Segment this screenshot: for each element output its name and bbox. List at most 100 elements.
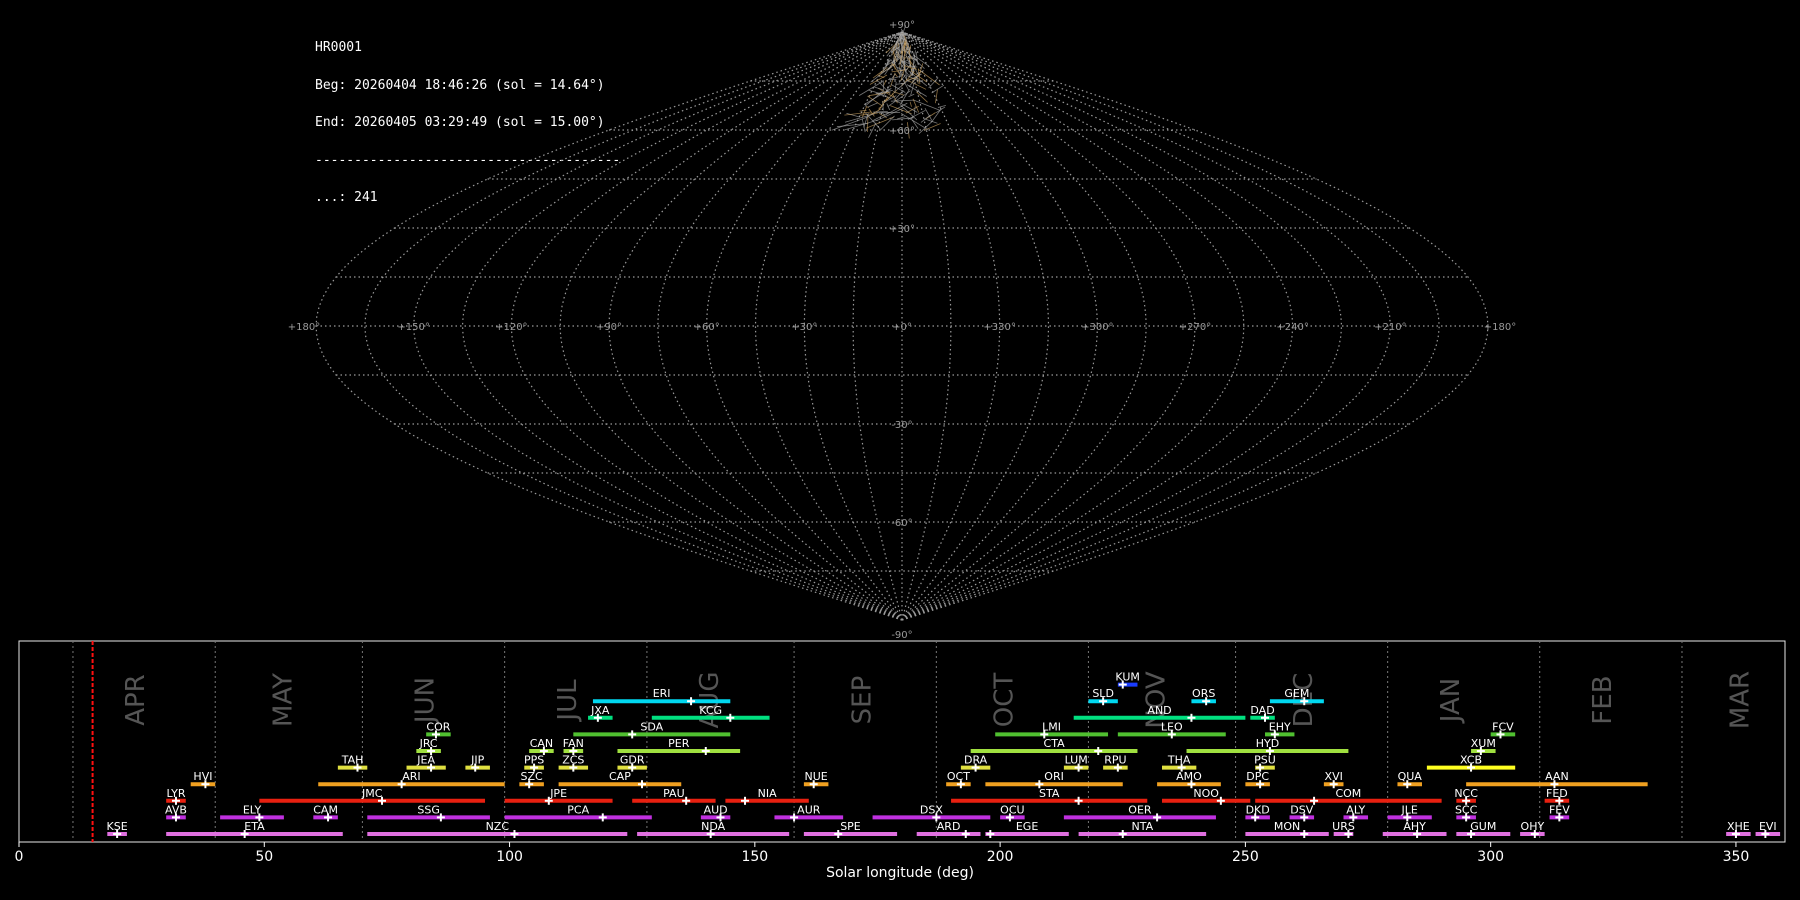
shower-code-label: MON <box>1274 820 1300 833</box>
shower-code-label: ELY <box>243 803 262 816</box>
shower-code-label: HVI <box>193 770 212 783</box>
shower-code-label: DRA <box>964 754 988 767</box>
shower-rpu: RPU <box>1103 754 1128 772</box>
shower-code-label: ARD <box>937 820 961 833</box>
meteor-trail <box>894 73 898 78</box>
x-tick-label: 350 <box>1723 849 1750 865</box>
shower-gem: GEM <box>1269 687 1324 706</box>
longitude-label: +300° <box>1081 322 1113 333</box>
shower-aly: ALY <box>1343 803 1369 822</box>
meteor-trail <box>860 112 878 116</box>
shower-nta: NTA <box>1078 820 1207 838</box>
shower-kse: KSE <box>107 820 128 838</box>
shower-code-label: NZC <box>486 820 510 833</box>
shower-fev: FEV <box>1549 803 1570 822</box>
shower-code-label: NTA <box>1132 820 1154 833</box>
shower-code-label: CAP <box>609 770 631 783</box>
x-tick-label: 100 <box>496 849 523 865</box>
month-label: MAY <box>268 673 298 727</box>
month-label: APR <box>121 674 151 726</box>
meteor-trail <box>908 93 915 97</box>
meteor-trail <box>886 103 891 111</box>
latitude-label: -60° <box>891 518 912 529</box>
shower-dad: DAD <box>1250 704 1275 722</box>
shower-code-label: AUR <box>797 803 821 816</box>
shower-eri: ERI <box>592 687 731 706</box>
shower-code-label: SZC <box>521 770 544 783</box>
meteor-trail <box>867 102 879 108</box>
shower-pps: PPS <box>524 754 544 772</box>
shower-qua: QUA <box>1397 770 1422 789</box>
x-axis-label: Solar longitude (deg) <box>826 865 974 881</box>
meteor-trail <box>872 66 888 79</box>
shower-ohy: OHY <box>1520 820 1545 838</box>
shower-code-label: JPE <box>549 787 567 800</box>
shower-cap: CAP <box>558 770 682 789</box>
shower-code-label: KSE <box>107 820 128 833</box>
shower-dsv: DSV <box>1289 803 1315 822</box>
month-label: AUG <box>695 672 725 729</box>
shower-code-label: PER <box>668 737 690 750</box>
shower-ege: EGE <box>985 820 1069 838</box>
shower-lyr: LYR <box>166 787 186 805</box>
shower-code-label: JEA <box>416 754 435 767</box>
shower-pca: PCA <box>504 803 652 822</box>
shower-leo: LEO <box>1117 720 1226 739</box>
shower-code-label: DKD <box>1246 803 1270 816</box>
shower-aur: AUR <box>774 803 844 822</box>
shower-eta: ETA <box>166 820 343 838</box>
longitude-label: +30° <box>791 322 817 333</box>
shower-code-label: ALY <box>1346 803 1365 816</box>
shower-code-label: LEO <box>1161 720 1183 733</box>
shower-code-label: AHY <box>1403 820 1426 833</box>
shower-code-label: ERI <box>653 687 671 700</box>
meteor-trail <box>882 80 885 90</box>
shower-lmi: LMI <box>995 720 1109 739</box>
shower-code-label: PSU <box>1254 754 1276 767</box>
shower-code-label: ORS <box>1192 687 1215 700</box>
shower-cam: CAM <box>313 803 338 822</box>
shower-ely: ELY <box>220 803 284 822</box>
shower-amo: AMO <box>1157 770 1221 789</box>
shower-code-label: GDR <box>620 754 645 767</box>
month-label: JUN <box>411 677 441 725</box>
shower-per: PER <box>617 737 741 755</box>
shower-code-label: AVB <box>165 803 187 816</box>
shower-avb: AVB <box>165 803 187 822</box>
longitude-label: +180° <box>288 322 320 333</box>
shower-and: AND <box>1073 704 1246 722</box>
shower-code-label: OCT <box>947 770 970 783</box>
sky-map: +90° +60° +30° -30° -60° -90° +180° +150° +120° +… <box>288 20 1516 640</box>
shower-code-label: SSG <box>417 803 440 816</box>
longitude-label: +90° <box>596 322 622 333</box>
shower-aud: AUD <box>700 803 731 822</box>
x-tick-label: 250 <box>1232 849 1259 865</box>
shower-jle: JLE <box>1387 803 1432 822</box>
shower-pau: PAU <box>632 787 716 805</box>
longitude-label: +120° <box>495 322 527 333</box>
plot-frame <box>18 640 1786 843</box>
shower-jea: JEA <box>406 754 446 772</box>
shower-code-label: STA <box>1039 787 1060 800</box>
x-tick-label: 0 <box>15 849 24 865</box>
shower-code-label: EGE <box>1016 820 1038 833</box>
shower-xvi: XVI <box>1323 770 1344 789</box>
shower-code-label: PPS <box>524 754 544 767</box>
shower-code-label: PAU <box>663 787 685 800</box>
shower-dpc: DPC <box>1245 770 1270 789</box>
meteor-trail <box>935 89 938 104</box>
meteor-trail <box>931 108 942 123</box>
shower-code-label: XHE <box>1727 820 1750 833</box>
shower-code-label: EHY <box>1269 720 1291 733</box>
shower-code-label: THA <box>1167 754 1191 767</box>
meteor-trail <box>898 40 900 42</box>
shower-code-label: FED <box>1546 787 1568 800</box>
shower-code-label: AMO <box>1176 770 1202 783</box>
shower-aan: AAN <box>1466 770 1648 789</box>
shower-can: CAN <box>529 737 554 755</box>
month-label: MAR <box>1725 671 1755 729</box>
shower-code-label: LUM <box>1065 754 1088 767</box>
shower-sld: SLD <box>1088 687 1118 706</box>
shower-code-label: GUM <box>1470 820 1496 833</box>
shower-code-label: ZCS <box>562 754 584 767</box>
